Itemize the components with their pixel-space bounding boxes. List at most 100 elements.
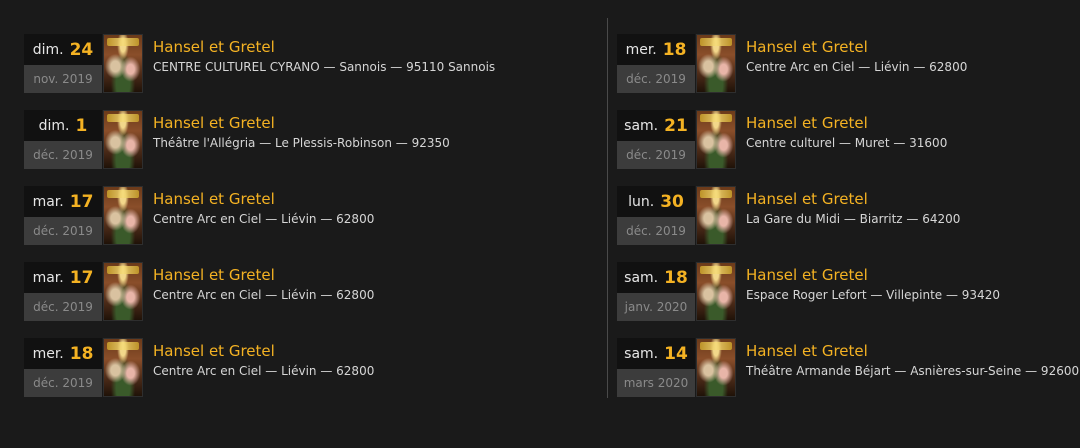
event-title-link[interactable]: Hansel et Gretel bbox=[746, 113, 947, 133]
event-venue: Centre Arc en Ciel — Liévin — 62800 bbox=[153, 364, 375, 378]
event-title-link[interactable]: Hansel et Gretel bbox=[746, 341, 1079, 361]
poster-thumbnail[interactable] bbox=[696, 186, 736, 245]
month-year: déc. 2019 bbox=[617, 141, 695, 169]
poster-title-art bbox=[107, 38, 139, 46]
date-box: sam. 21 déc. 2019 bbox=[617, 110, 695, 169]
event-title-link[interactable]: Hansel et Gretel bbox=[153, 113, 450, 133]
event-venue: Centre culturel — Muret — 31600 bbox=[746, 136, 948, 150]
event-title-link[interactable]: Hansel et Gretel bbox=[153, 189, 374, 209]
poster-title-art bbox=[107, 266, 139, 274]
events-column-right: mer. 18 déc. 2019 Hansel et Gretel Centr… bbox=[617, 34, 1079, 414]
date-top: mar. 17 bbox=[24, 186, 102, 217]
event-venue: CENTRE CULTUREL CYRANO — Sannois — 95110… bbox=[153, 60, 496, 74]
date-box: sam. 18 janv. 2020 bbox=[617, 262, 695, 321]
event-venue: Centre Arc en Ciel — Liévin — 62800 bbox=[746, 60, 968, 74]
poster-title-art bbox=[700, 190, 732, 198]
day-number: 21 bbox=[664, 115, 688, 136]
event-info: Hansel et Gretel CENTRE CULTUREL CYRANO … bbox=[153, 34, 495, 76]
date-top: sam. 18 bbox=[617, 262, 695, 293]
event-item[interactable]: sam. 18 janv. 2020 Hansel et Gretel Espa… bbox=[617, 262, 1067, 338]
day-of-week: lun. bbox=[628, 193, 655, 210]
date-top: dim. 1 bbox=[24, 110, 102, 141]
event-item[interactable]: dim. 1 déc. 2019 Hansel et Gretel Théâtr… bbox=[24, 110, 584, 186]
event-title-link[interactable]: Hansel et Gretel bbox=[153, 37, 495, 57]
event-info: Hansel et Gretel Centre Arc en Ciel — Li… bbox=[746, 34, 967, 76]
event-item[interactable]: mar. 17 déc. 2019 Hansel et Gretel Centr… bbox=[24, 186, 584, 262]
event-info: Hansel et Gretel Théâtre Armande Béjart … bbox=[746, 338, 1079, 380]
event-venue: Centre Arc en Ciel — Liévin — 62800 bbox=[153, 288, 375, 302]
date-top: mer. 18 bbox=[617, 34, 695, 65]
event-venue: La Gare du Midi — Biarritz — 64200 bbox=[746, 212, 961, 226]
date-box: lun. 30 déc. 2019 bbox=[617, 186, 695, 245]
poster-title-art bbox=[700, 114, 732, 122]
day-of-week: sam. bbox=[624, 269, 659, 286]
month-year: déc. 2019 bbox=[24, 217, 102, 245]
day-of-week: sam. bbox=[624, 117, 659, 134]
poster-thumbnail[interactable] bbox=[696, 34, 736, 93]
day-number: 30 bbox=[660, 191, 684, 212]
month-year: déc. 2019 bbox=[24, 141, 102, 169]
date-box: mer. 18 déc. 2019 bbox=[24, 338, 102, 397]
date-top: mar. 17 bbox=[24, 262, 102, 293]
event-info: Hansel et Gretel Centre culturel — Muret… bbox=[746, 110, 947, 152]
event-title-link[interactable]: Hansel et Gretel bbox=[153, 265, 374, 285]
day-of-week: mar. bbox=[32, 269, 64, 286]
poster-thumbnail[interactable] bbox=[103, 34, 143, 93]
date-top: lun. 30 bbox=[617, 186, 695, 217]
poster-title-art bbox=[107, 190, 139, 198]
poster-thumbnail[interactable] bbox=[103, 338, 143, 397]
poster-thumbnail[interactable] bbox=[696, 110, 736, 169]
event-title-link[interactable]: Hansel et Gretel bbox=[746, 37, 967, 57]
event-info: Hansel et Gretel Centre Arc en Ciel — Li… bbox=[153, 338, 374, 380]
event-item[interactable]: sam. 21 déc. 2019 Hansel et Gretel Centr… bbox=[617, 110, 1067, 186]
poster-thumbnail[interactable] bbox=[103, 262, 143, 321]
day-number: 18 bbox=[664, 267, 688, 288]
date-box: dim. 24 nov. 2019 bbox=[24, 34, 102, 93]
event-title-link[interactable]: Hansel et Gretel bbox=[746, 189, 960, 209]
date-box: mar. 17 déc. 2019 bbox=[24, 186, 102, 245]
events-column-left: dim. 24 nov. 2019 Hansel et Gretel CENTR… bbox=[24, 34, 584, 414]
event-info: Hansel et Gretel Théâtre l'Allégria — Le… bbox=[153, 110, 450, 152]
day-number: 24 bbox=[69, 39, 94, 60]
event-item[interactable]: mer. 18 déc. 2019 Hansel et Gretel Centr… bbox=[24, 338, 584, 414]
month-year: déc. 2019 bbox=[24, 369, 102, 397]
column-divider bbox=[607, 18, 608, 398]
event-info: Hansel et Gretel Centre Arc en Ciel — Li… bbox=[153, 186, 374, 228]
poster-title-art bbox=[700, 38, 732, 46]
date-box: mer. 18 déc. 2019 bbox=[617, 34, 695, 93]
poster-title-art bbox=[700, 342, 732, 350]
date-box: sam. 14 mars 2020 bbox=[617, 338, 695, 397]
event-title-link[interactable]: Hansel et Gretel bbox=[153, 341, 374, 361]
event-title-link[interactable]: Hansel et Gretel bbox=[746, 265, 1000, 285]
poster-thumbnail[interactable] bbox=[103, 186, 143, 245]
event-item[interactable]: dim. 24 nov. 2019 Hansel et Gretel CENTR… bbox=[24, 34, 584, 110]
event-item[interactable]: lun. 30 déc. 2019 Hansel et Gretel La Ga… bbox=[617, 186, 1067, 262]
event-info: Hansel et Gretel Espace Roger Lefort — V… bbox=[746, 262, 1000, 304]
poster-thumbnail[interactable] bbox=[696, 338, 736, 397]
day-of-week: mar. bbox=[32, 193, 64, 210]
event-item[interactable]: sam. 14 mars 2020 Hansel et Gretel Théât… bbox=[617, 338, 1079, 414]
date-top: sam. 21 bbox=[617, 110, 695, 141]
poster-thumbnail[interactable] bbox=[696, 262, 736, 321]
event-item[interactable]: mer. 18 déc. 2019 Hansel et Gretel Centr… bbox=[617, 34, 1067, 110]
day-number: 18 bbox=[69, 343, 94, 364]
event-info: Hansel et Gretel La Gare du Midi — Biarr… bbox=[746, 186, 960, 228]
poster-title-art bbox=[107, 342, 139, 350]
day-number: 14 bbox=[664, 343, 688, 364]
event-venue: Espace Roger Lefort — Villepinte — 93420 bbox=[746, 288, 1000, 302]
event-list: dim. 24 nov. 2019 Hansel et Gretel CENTR… bbox=[0, 0, 1080, 448]
event-item[interactable]: mar. 17 déc. 2019 Hansel et Gretel Centr… bbox=[24, 262, 584, 338]
poster-title-art bbox=[700, 266, 732, 274]
day-of-week: sam. bbox=[624, 345, 659, 362]
poster-thumbnail[interactable] bbox=[103, 110, 143, 169]
day-of-week: dim. bbox=[32, 41, 64, 58]
day-number: 1 bbox=[75, 115, 88, 136]
day-number: 17 bbox=[69, 267, 94, 288]
date-top: sam. 14 bbox=[617, 338, 695, 369]
event-info: Hansel et Gretel Centre Arc en Ciel — Li… bbox=[153, 262, 374, 304]
date-top: mer. 18 bbox=[24, 338, 102, 369]
event-venue: Théâtre l'Allégria — Le Plessis-Robinson… bbox=[153, 136, 450, 150]
month-year: nov. 2019 bbox=[24, 65, 102, 93]
day-number: 17 bbox=[69, 191, 94, 212]
event-venue: Théâtre Armande Béjart — Asnières-sur-Se… bbox=[746, 364, 1080, 378]
